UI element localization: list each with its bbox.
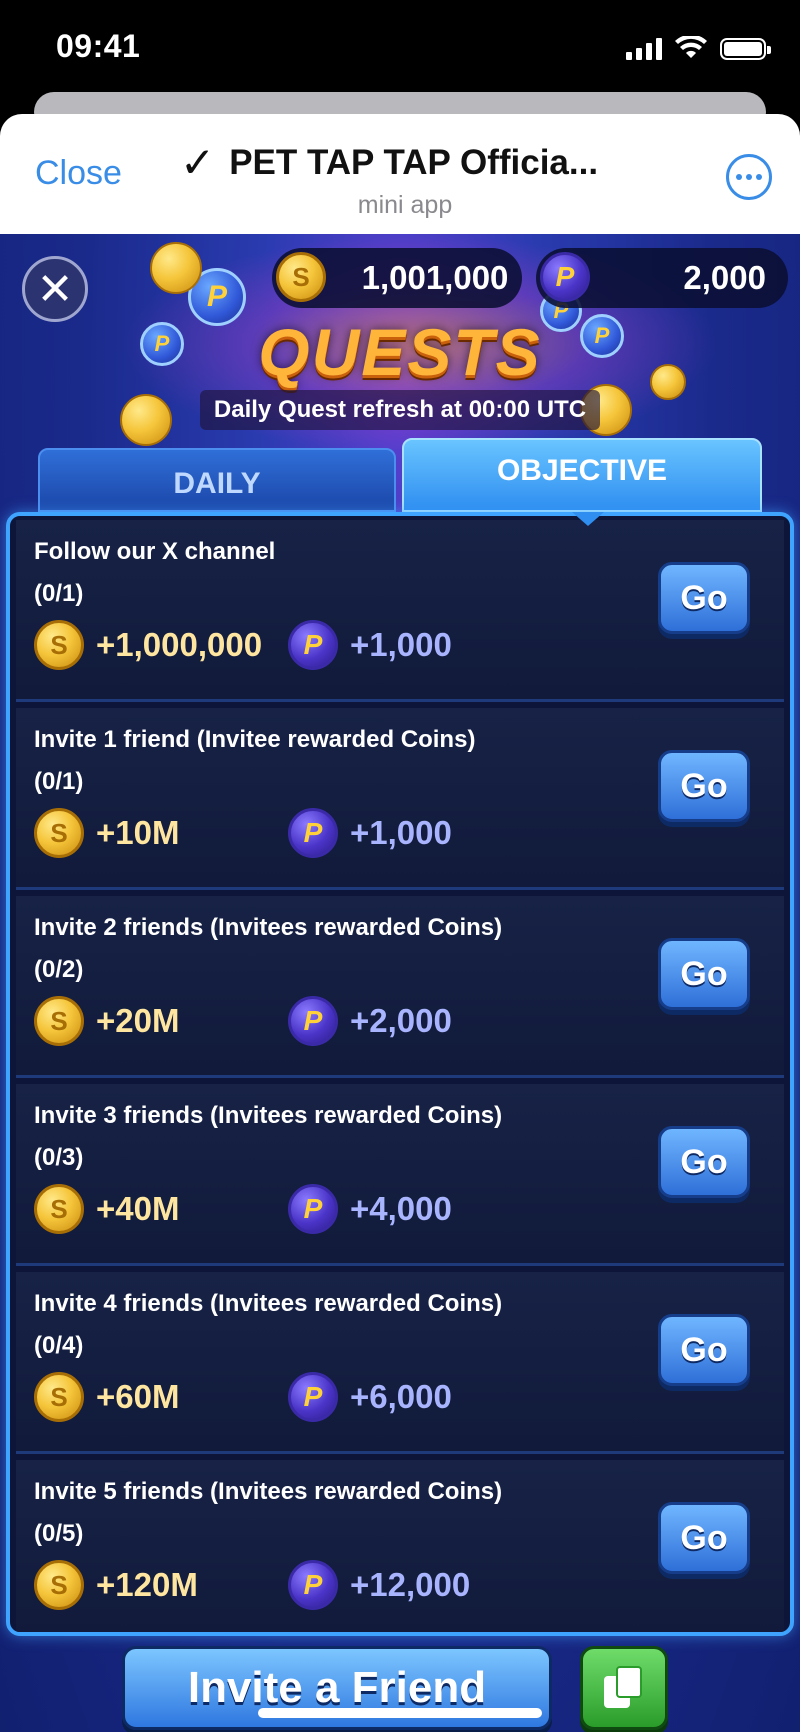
quest-name: Invite 1 friend (Invitee rewarded Coins) — [34, 726, 476, 753]
quest-name: Invite 3 friends (Invitees rewarded Coin… — [34, 1102, 503, 1129]
refresh-notice: Daily Quest refresh at 00:00 UTC — [200, 390, 600, 430]
coin-reward-value: +120M — [96, 1566, 198, 1603]
purple-gem-icon: P — [288, 1560, 338, 1610]
gem-reward-value: +2,000 — [350, 1002, 452, 1039]
purple-gem-icon: P — [540, 252, 590, 302]
gem-reward: P +1,000 — [288, 620, 452, 670]
more-options-button[interactable] — [726, 154, 772, 200]
coin-reward-value: +1,000,000 — [96, 626, 263, 663]
go-button[interactable]: Go — [658, 1314, 750, 1386]
quest-item: Invite 3 friends (Invitees rewarded Coin… — [16, 1084, 784, 1266]
coin-reward: S +60M — [34, 1372, 179, 1422]
coin-reward-value: +20M — [96, 1002, 180, 1039]
gem-balance-value: 2,000 — [683, 259, 766, 296]
battery-icon — [720, 38, 771, 60]
gold-coin-icon: S — [276, 252, 326, 302]
coin-balance: S 1,001,000 — [272, 248, 522, 308]
gold-coin-icon: S — [34, 620, 84, 670]
quest-item: Invite 4 friends (Invitees rewarded Coin… — [16, 1272, 784, 1454]
quest-progress: (0/1) — [34, 580, 84, 607]
quest-name: Invite 4 friends (Invitees rewarded Coin… — [34, 1290, 503, 1317]
copy-link-button[interactable] — [580, 1646, 668, 1730]
gem-reward-value: +1,000 — [350, 626, 452, 663]
quest-progress: (0/1) — [34, 768, 84, 795]
gold-coin-icon: S — [34, 1184, 84, 1234]
go-button[interactable]: Go — [658, 1502, 750, 1574]
page-title: ✓ PET TAP TAP Officia... — [180, 138, 620, 187]
app-subtitle: mini app — [357, 191, 453, 219]
gem-reward-value: +12,000 — [350, 1566, 471, 1603]
gem-reward: P +6,000 — [288, 1372, 452, 1422]
gem-reward: P +2,000 — [288, 996, 452, 1046]
quest-progress: (0/2) — [34, 956, 84, 983]
coin-reward: S +120M — [34, 1560, 198, 1610]
gem-reward: P +1,000 — [288, 808, 452, 858]
status-bar: 09:41 — [0, 0, 800, 100]
status-icons — [626, 36, 771, 60]
gem-reward-value: +1,000 — [350, 814, 452, 851]
coin-reward: S +40M — [34, 1184, 179, 1234]
coin-reward: S +20M — [34, 996, 179, 1046]
quest-progress: (0/5) — [34, 1520, 84, 1547]
status-time: 09:41 — [56, 28, 141, 64]
gold-coin-icon: S — [34, 1372, 84, 1422]
close-quests-button[interactable]: ✕ — [22, 256, 88, 322]
gold-coin-icon: S — [34, 996, 84, 1046]
quest-item: Invite 2 friends (Invitees rewarded Coin… — [16, 896, 784, 1078]
quest-name: Follow our X channel — [34, 538, 276, 565]
coin-balance-value: 1,001,000 — [361, 259, 509, 296]
app-title: PET TAP TAP Officia... — [229, 142, 599, 182]
tab-daily[interactable]: DAILY — [38, 448, 396, 512]
quest-progress: (0/3) — [34, 1144, 84, 1171]
quest-list[interactable]: Follow our X channel (0/1) S +1,000,000 … — [6, 512, 794, 1636]
gem-reward-value: +4,000 — [350, 1190, 452, 1227]
go-button[interactable]: Go — [658, 938, 750, 1010]
gold-coin-icon: S — [34, 808, 84, 858]
purple-gem-icon: P — [288, 996, 338, 1046]
active-tab-indicator — [572, 512, 604, 526]
close-icon: ✕ — [36, 264, 74, 314]
quest-progress: (0/4) — [34, 1332, 84, 1359]
go-button[interactable]: Go — [658, 562, 750, 634]
coin-reward: S +1,000,000 — [34, 620, 262, 670]
gem-reward: P +4,000 — [288, 1184, 452, 1234]
go-button[interactable]: Go — [658, 1126, 750, 1198]
gem-reward-value: +6,000 — [350, 1378, 452, 1415]
quest-item: Invite 1 friend (Invitee rewarded Coins)… — [16, 708, 784, 890]
quest-name: Invite 5 friends (Invitees rewarded Coin… — [34, 1478, 503, 1505]
quests-title: QUESTS — [258, 315, 542, 389]
copy-icon — [604, 1666, 644, 1710]
coin-reward: S +10M — [34, 808, 179, 858]
more-icon — [736, 174, 742, 180]
mini-app-header: Close ✓ PET TAP TAP Officia... mini app — [0, 114, 800, 234]
gold-coin-icon: S — [34, 1560, 84, 1610]
home-indicator[interactable] — [258, 1708, 542, 1718]
go-button[interactable]: Go — [658, 750, 750, 822]
gem-balance: P 2,000 — [536, 248, 788, 308]
close-button[interactable]: Close — [35, 154, 122, 193]
purple-gem-icon: P — [288, 1372, 338, 1422]
wifi-icon — [675, 36, 707, 58]
purple-gem-icon: P — [288, 620, 338, 670]
verified-check-icon: ✓ — [180, 139, 216, 186]
quest-item: Invite 5 friends (Invitees rewarded Coin… — [16, 1460, 784, 1632]
purple-gem-icon: P — [288, 1184, 338, 1234]
cellular-signal-icon — [626, 38, 662, 60]
coin-reward-value: +60M — [96, 1378, 180, 1415]
quests-screen: P P P P ✕ S 1,001,000 P 2,000 QUESTS Dai… — [0, 234, 800, 1732]
purple-gem-icon: P — [288, 808, 338, 858]
coin-reward-value: +40M — [96, 1190, 180, 1227]
header-title-block: ✓ PET TAP TAP Officia... mini app — [180, 138, 620, 220]
decor-coin-icon — [150, 242, 202, 294]
quest-name: Invite 2 friends (Invitees rewarded Coin… — [34, 914, 503, 941]
gem-reward: P +12,000 — [288, 1560, 470, 1610]
tab-objective[interactable]: OBJECTIVE — [402, 438, 762, 512]
quest-item: Follow our X channel (0/1) S +1,000,000 … — [16, 520, 784, 702]
decor-coin-icon — [120, 394, 172, 446]
coin-reward-value: +10M — [96, 814, 180, 851]
